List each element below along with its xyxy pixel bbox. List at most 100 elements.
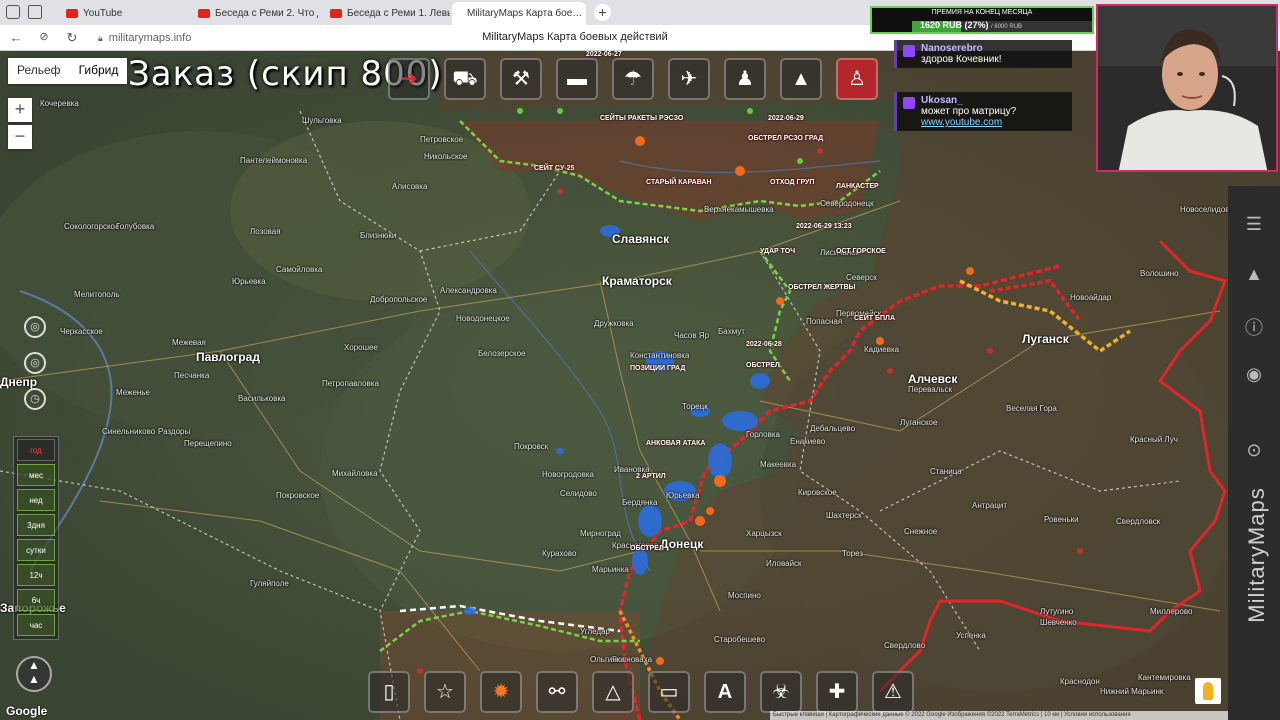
city-label: Курахово	[542, 549, 577, 558]
locate-icon[interactable]: ◎	[24, 352, 46, 374]
city-label: Макеевка	[760, 460, 797, 469]
street-view-pegman-icon[interactable]	[1195, 678, 1221, 704]
vehicle-layer-button[interactable]: ⛟	[444, 58, 486, 100]
map-event-label[interactable]: СЕЙТЫ РАКЕТЫ РЭСЗО	[600, 115, 683, 122]
city-label: Краснодон	[1060, 677, 1100, 686]
city-label: Успенка	[956, 631, 986, 640]
route-tool-button[interactable]: ⚯	[536, 671, 578, 713]
time-filter-1h[interactable]: час	[17, 614, 55, 636]
city-label: Пантелеймоновка	[240, 156, 308, 165]
tank-layer-button[interactable]: ▬	[556, 58, 598, 100]
city-label: Добропольское	[370, 295, 428, 304]
city-label: Васильковка	[238, 394, 286, 403]
arrow-layer-button[interactable]: ➔	[388, 58, 430, 100]
zoom-in-button[interactable]: +	[8, 98, 32, 122]
map-event-label[interactable]: ОБСТРЕЛ ЖЕРТВЫ	[788, 284, 856, 291]
triangle-icon[interactable]: ▲	[1241, 264, 1267, 285]
map-type-switcher: Рельеф Гибрид	[8, 58, 128, 84]
map-event-label[interactable]: СЕЙТ СУ-25	[534, 165, 574, 172]
city-label: Черкасское	[60, 327, 103, 336]
tab-militarymaps[interactable]: MilitaryMaps Карта бое…✕	[452, 2, 586, 25]
medical-tool-button[interactable]: ✚	[816, 671, 858, 713]
time-filter-6h[interactable]: 6ч	[17, 589, 55, 611]
map-event-label[interactable]: СЕЙТ БПЛА	[854, 315, 895, 322]
map-type-relief-button[interactable]: Рельеф	[8, 58, 70, 84]
map-event-label[interactable]: 2022-06-28	[746, 341, 782, 348]
person-layer-button[interactable]: ♙	[836, 58, 878, 100]
back-icon[interactable]: ←	[8, 30, 24, 45]
map-type-hybrid-button[interactable]: Гибрид	[70, 58, 128, 84]
militarymaps-brand: MilitaryMaps	[1244, 487, 1269, 623]
fire-tool-button[interactable]: ✹	[480, 671, 522, 713]
tab-remi-2[interactable]: Беседа с Реми 2. Что дел…	[188, 2, 318, 25]
map-event-label[interactable]: АНКОВАЯ АТАКА	[646, 440, 706, 447]
star-tool-button[interactable]: ☆	[424, 671, 466, 713]
time-filter-3days[interactable]: 3дня	[17, 514, 55, 536]
city-label: Алисовка	[392, 182, 428, 191]
boot-layer-button[interactable]: ▲	[780, 58, 822, 100]
time-filter-week[interactable]: нед	[17, 489, 55, 511]
helicopter-layer-button[interactable]: ✈	[668, 58, 710, 100]
map-event-label[interactable]: ОБСТРЕЛ	[746, 362, 780, 369]
city-label: Александровка	[440, 286, 497, 295]
zoom-out-button[interactable]: −	[8, 125, 32, 149]
map-event-label[interactable]: ОСТ ГОРСКОЕ	[836, 248, 886, 255]
history-icon[interactable]: ◷	[24, 388, 46, 410]
time-filter-day[interactable]: сутки	[17, 539, 55, 561]
tab-remi-1[interactable]: Беседа с Реми 1. Левый у…	[320, 2, 450, 25]
tabs-menu-icon[interactable]	[28, 5, 42, 19]
paratrooper-layer-button[interactable]: ☂	[612, 58, 654, 100]
city-label: Близнюки	[360, 231, 397, 240]
map-event-label[interactable]: ПОЗИЦИИ ГРАД	[630, 365, 685, 372]
map-canvas[interactable]: Славянск Краматорск Павлоград Днепр Луга…	[0, 51, 1280, 720]
city-label: Новогродовка	[542, 470, 594, 479]
city-label: Верхнекамышевка	[704, 205, 774, 214]
city-label: Селидово	[560, 489, 597, 498]
map-event-label[interactable]: 2022-06-27	[586, 51, 622, 58]
warning-tool-button[interactable]: ⚠	[872, 671, 914, 713]
locate-icon[interactable]: ◎	[24, 316, 46, 338]
map-event-label[interactable]: 2 АРТИЛ	[636, 473, 666, 480]
chat-link[interactable]: www.youtube.com	[921, 117, 1066, 128]
info-icon[interactable]: ⓘ	[1241, 314, 1267, 340]
city-label: Шахтерск	[826, 511, 862, 520]
profile-icon[interactable]	[6, 5, 20, 19]
ruler-tool-button[interactable]: ▭	[648, 671, 690, 713]
artillery-layer-button[interactable]: ⚒	[500, 58, 542, 100]
biohazard-tool-button[interactable]: ☣	[760, 671, 802, 713]
flag-icon[interactable]: ◉	[1241, 364, 1267, 385]
map-event-label[interactable]: ОБСТРЕЛ	[630, 545, 664, 552]
map-event-label[interactable]: СТАРЫЙ КАРАВАН	[646, 179, 712, 186]
map-event-label[interactable]: ОБСТРЕЛ РСЗО ГРАД	[748, 135, 823, 142]
time-filter-month[interactable]: мес	[17, 464, 55, 486]
city-label: Покровск	[514, 442, 549, 451]
time-filter-year[interactable]: год	[17, 439, 55, 461]
menu-icon[interactable]: ☰	[1241, 214, 1267, 235]
infantry-layer-button[interactable]: ♟	[724, 58, 766, 100]
city-label: Меженье	[116, 388, 150, 397]
tab-youtube[interactable]: YouTube	[56, 2, 186, 25]
city-label: Никольское	[424, 152, 468, 161]
reload-icon[interactable]: ↻	[64, 30, 80, 46]
map-event-label[interactable]: ОТХОД ГРУП	[770, 179, 814, 186]
city-label: Кировское	[798, 488, 837, 497]
network-tool-button[interactable]: △	[592, 671, 634, 713]
city-label: Мелитополь	[74, 290, 120, 299]
clipboard-tool-button[interactable]: ▯	[368, 671, 410, 713]
city-label: Лозовая	[250, 227, 281, 236]
map-event-label[interactable]: 2022-06-29	[768, 115, 804, 122]
compass-icon[interactable]: ▲ ▲	[16, 656, 52, 692]
time-filter-12h[interactable]: 12ч	[17, 564, 55, 586]
youtube-icon	[330, 9, 342, 18]
city-label: Хорошее	[344, 343, 378, 352]
url-field[interactable]: 🔒︎ militarymaps.info	[92, 29, 422, 47]
location-icon[interactable]: ⊙	[1241, 440, 1267, 461]
reader-icon[interactable]: ⊘	[36, 30, 52, 43]
chat-username: Nanoserebro	[921, 43, 983, 54]
map-event-label[interactable]: УДАР ТОЧ	[760, 248, 795, 255]
text-tool-button[interactable]: A	[704, 671, 746, 713]
new-tab-button[interactable]: +	[594, 4, 611, 21]
map-attribution[interactable]: Быстрые клавиши | Картографические данны…	[770, 711, 1228, 720]
map-event-label[interactable]: ЛАНКАСТЕР	[836, 183, 879, 190]
map-event-label[interactable]: 2022-06-29 13:23	[796, 223, 852, 230]
